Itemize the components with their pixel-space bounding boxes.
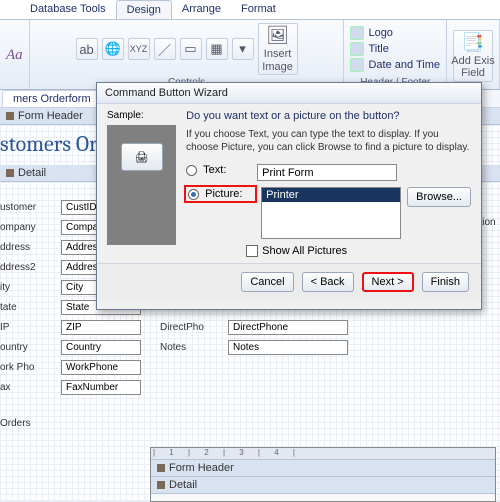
page-title: stomers Or xyxy=(0,131,98,157)
dialog-title: Command Button Wizard xyxy=(97,83,481,104)
insert-image-button[interactable]: 🖼 Insert Image xyxy=(258,23,298,75)
list-item[interactable]: Printer xyxy=(262,188,400,202)
finish-button[interactable]: Finish xyxy=(422,272,469,292)
group-controls: ab 🌐 XYZ ／ ▭ ▦ ▾ 🖼 Insert Image Controls xyxy=(30,20,345,89)
add-fields-label: Add Exis Field xyxy=(451,55,494,79)
orders-label: Orders xyxy=(0,418,55,429)
dialog-button-row: Cancel < Back Next > Finish xyxy=(97,263,481,300)
show-all-label: Show All Pictures xyxy=(262,245,347,257)
browse-button[interactable]: Browse... xyxy=(407,187,471,207)
sample-button-preview: 🖨 xyxy=(121,143,163,171)
fields-icon: 📑 xyxy=(462,32,484,53)
image-icon: 🖼 xyxy=(266,25,289,46)
ribbon: Aa ab 🌐 XYZ ／ ▭ ▦ ▾ 🖼 Insert Image Contr… xyxy=(0,20,500,90)
control-textbox-icon[interactable]: ab xyxy=(76,38,98,60)
text-option-label: Text: xyxy=(203,164,251,176)
text-input[interactable] xyxy=(257,164,397,181)
tab-design[interactable]: Design xyxy=(116,0,172,19)
title-label[interactable]: Title xyxy=(368,43,388,55)
control-line-icon[interactable]: ／ xyxy=(154,38,176,60)
back-button[interactable]: < Back xyxy=(302,272,354,292)
control-image-icon[interactable]: ▦ xyxy=(206,38,228,60)
picture-option-label: Picture: xyxy=(205,188,253,200)
control-chart-icon[interactable]: ▭ xyxy=(180,38,202,60)
printer-icon: 🖨 xyxy=(135,151,149,164)
sample-label: Sample: xyxy=(107,110,176,121)
control-label-icon[interactable]: XYZ xyxy=(128,38,150,60)
orders-subform[interactable]: | 1 | 2 | 3 | 4 | Form Header Detail xyxy=(150,447,496,502)
sample-preview: 🖨 xyxy=(107,125,176,245)
tab-database-tools[interactable]: Database Tools xyxy=(20,0,116,19)
font-icon: Aa xyxy=(6,47,23,64)
insert-image-label: Insert Image xyxy=(262,48,293,72)
group-tools: 📑 Add Exis Field xyxy=(447,20,500,89)
subform-detail[interactable]: Detail xyxy=(151,477,495,494)
next-button[interactable]: Next > xyxy=(362,272,414,292)
form-tab[interactable]: mers Orderform xyxy=(2,90,102,107)
wizard-hint: If you choose Text, you can type the tex… xyxy=(186,128,471,154)
command-button-wizard-dialog: Command Button Wizard Sample: 🖨 Do you w… xyxy=(96,82,482,310)
group-font: Aa xyxy=(0,20,30,89)
control-globe-icon[interactable]: 🌐 xyxy=(102,38,124,60)
wizard-prompt: Do you want text or a picture on the but… xyxy=(186,110,471,122)
show-all-checkbox[interactable] xyxy=(246,245,258,257)
add-existing-fields-button[interactable]: 📑 Add Exis Field xyxy=(453,30,493,82)
field-label: ustomer xyxy=(0,202,55,213)
tab-arrange[interactable]: Arrange xyxy=(172,0,231,19)
cancel-button[interactable]: Cancel xyxy=(241,272,293,292)
datetime-label[interactable]: Date and Time xyxy=(368,59,440,71)
group-header-footer: Logo Title Date and Time Header / Footer xyxy=(344,20,447,89)
control-more-icon[interactable]: ▾ xyxy=(232,38,254,60)
subform-header[interactable]: Form Header xyxy=(151,460,495,477)
ribbon-tabs: Database Tools Design Arrange Format xyxy=(0,0,500,20)
picture-listbox[interactable]: Printer xyxy=(261,187,401,239)
tab-format[interactable]: Format xyxy=(231,0,286,19)
title-icon[interactable] xyxy=(350,42,364,56)
subform-ruler: | 1 | 2 | 3 | 4 | xyxy=(151,448,495,460)
datetime-icon[interactable] xyxy=(350,58,364,72)
picture-radio[interactable] xyxy=(188,189,199,200)
logo-label[interactable]: Logo xyxy=(368,27,392,39)
logo-icon[interactable] xyxy=(350,26,364,40)
text-radio[interactable] xyxy=(186,165,197,176)
